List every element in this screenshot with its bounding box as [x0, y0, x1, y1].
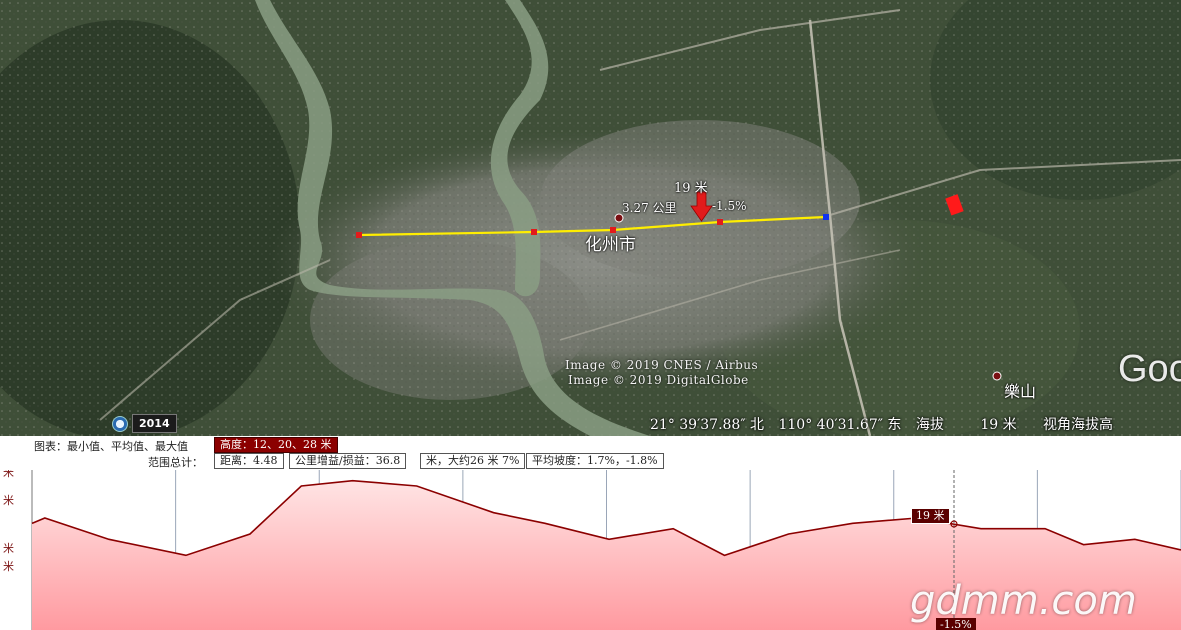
path-slope-label: -1.5%	[712, 199, 747, 213]
cursor-elevation-tag: 19 米	[911, 508, 950, 524]
avg-slope-stat: 平均坡度：1.7%，-1.8%	[526, 453, 664, 469]
town-label[interactable]: 樂山	[1004, 378, 1036, 402]
imagery-year: 2014	[132, 414, 177, 433]
longitude: 110° 40′31.67″ 东	[778, 417, 902, 433]
historical-imagery-badge[interactable]: 2014	[112, 414, 177, 433]
y-tick-label: 米	[3, 470, 14, 479]
elevation-chart[interactable]: 米米米米 19 米 -1.5% gdmm.com	[0, 470, 1181, 630]
path-end-point	[823, 214, 829, 220]
imagery-credit: Image © 2019 CNES / Airbus	[565, 358, 759, 372]
status-bar: 21° 39′37.88″ 北 110° 40′31.67″ 东 海拔 19 米…	[650, 414, 1123, 434]
height-stats-box[interactable]: 高度：12、20、28 米	[214, 437, 338, 453]
y-tick-label: 米	[3, 542, 14, 555]
path-elevation-label: 19 米	[674, 181, 708, 196]
site-watermark: gdmm.com	[910, 578, 1137, 624]
elevation-profile-panel[interactable]: 图表：最小值、平均值、最大值 高度：12、20、28 米 范围总计： 距离：4.…	[0, 436, 1181, 630]
path-point	[717, 219, 723, 225]
satellite-map[interactable]: 19 米 3.27 公里 -1.5% 化州市 樂山 Image © 2019 C…	[0, 0, 1181, 436]
path-point	[356, 232, 362, 238]
city-label[interactable]: 化州市	[585, 230, 636, 255]
elevation-label: 海拔	[915, 417, 944, 433]
elevation-value: 19 米	[980, 417, 1017, 433]
chart-stats-label: 图表：最小值、平均值、最大值	[34, 440, 188, 453]
google-logo: Goo	[1118, 348, 1181, 390]
max-slope-stat: 米，大约26 米 7%	[420, 453, 526, 469]
y-tick-label: 米	[3, 560, 14, 573]
eye-altitude-label: 视角海拔高	[1043, 417, 1114, 433]
gain-loss-stat: 公里增益/损益：36.8	[289, 453, 407, 469]
clock-icon	[112, 415, 128, 432]
imagery-credit: Image © 2019 DigitalGlobe	[568, 373, 749, 387]
path-point	[531, 229, 537, 235]
path-distance-label: 3.27 公里	[622, 201, 677, 215]
distance-stat: 距离：4.48	[214, 453, 284, 469]
latitude: 21° 39′37.88″ 北	[650, 417, 765, 433]
y-tick-label: 米	[3, 494, 14, 507]
range-total-label: 范围总计：	[148, 456, 203, 469]
town-dot-icon	[992, 371, 1002, 381]
profile-header: 图表：最小值、平均值、最大值 高度：12、20、28 米 范围总计： 距离：4.…	[0, 436, 1181, 470]
